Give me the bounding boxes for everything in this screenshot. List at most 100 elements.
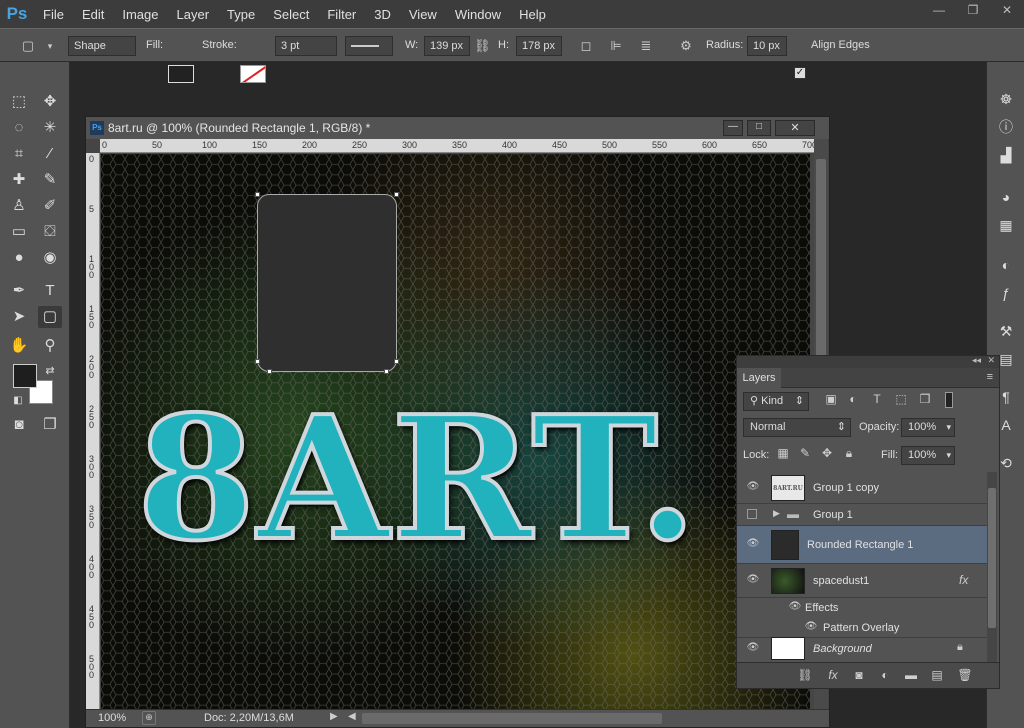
rounded-rectangle-shape[interactable]	[257, 194, 397, 372]
histogram-icon[interactable]: ▟	[995, 144, 1017, 166]
menu-filter[interactable]: Filter	[318, 7, 365, 22]
eyedropper-icon[interactable]: ⁄	[38, 143, 62, 165]
link-icon[interactable]: ⛓	[474, 38, 491, 54]
horizontal-scroll-thumb[interactable]	[362, 713, 662, 724]
collapse-panel-icon[interactable]: ◂◂	[972, 355, 981, 366]
screen-mode-icon[interactable]: ❐	[38, 414, 62, 436]
stroke-type-select[interactable]	[345, 36, 393, 56]
swatches-icon[interactable]: ▦	[995, 214, 1017, 236]
close-button[interactable]: ✕	[990, 0, 1024, 20]
shape-filter-icon[interactable]: ⬚	[893, 392, 909, 408]
lock-all-icon[interactable]: 🔒︎	[841, 446, 857, 462]
rounded-rectangle-tool-icon[interactable]: ▢	[38, 306, 62, 328]
radius-field[interactable]: 10 px	[747, 36, 787, 56]
menu-type[interactable]: Type	[218, 7, 264, 22]
adjustment-filter-icon[interactable]: ◐	[845, 392, 861, 408]
layer-row-group-1-copy[interactable]: 👁︎ 8ART.RU Group 1 copy	[737, 472, 987, 504]
close-panel-icon[interactable]: ✕	[987, 355, 995, 366]
visibility-off-box[interactable]	[747, 509, 757, 519]
styles-icon[interactable]: ƒ	[995, 282, 1017, 304]
default-colors-icon[interactable]: ◧	[6, 390, 30, 412]
eye-icon[interactable]: 👁︎	[787, 601, 803, 617]
menu-layer[interactable]: Layer	[168, 7, 219, 22]
marquee-tool-icon[interactable]: ⬚	[7, 91, 31, 113]
path-operations-icon[interactable]: ◻	[578, 38, 594, 54]
filter-toggle[interactable]	[945, 392, 953, 408]
brush-tool-icon[interactable]: ✎	[38, 169, 62, 191]
layer-row-background[interactable]: 👁︎ Background 🔒︎	[737, 636, 987, 662]
paint-bucket-icon[interactable]: ⛋	[38, 221, 62, 243]
lasso-tool-icon[interactable]: ◌	[7, 117, 31, 139]
anchor-point[interactable]	[255, 359, 260, 364]
swap-colors-icon[interactable]: ⇄	[38, 360, 62, 382]
layer-row-group-1[interactable]: ▶ ▬ Group 1	[737, 504, 987, 526]
add-mask-icon[interactable]: ◙	[851, 668, 867, 684]
new-layer-icon[interactable]: ▤	[929, 668, 945, 684]
stroke-swatch[interactable]	[240, 65, 266, 83]
layer-row-rounded-rectangle-1[interactable]: 👁︎ Rounded Rectangle 1	[737, 526, 987, 564]
eye-icon[interactable]: 👁︎	[745, 574, 761, 590]
type-tool-icon[interactable]: T	[38, 280, 62, 302]
navigator-icon[interactable]: ☸	[995, 88, 1017, 110]
doc-minimize-button[interactable]: —	[723, 120, 743, 136]
height-field[interactable]: 178 px	[516, 36, 562, 56]
new-adjustment-icon[interactable]: ◐	[877, 668, 893, 684]
zoom-tool-icon[interactable]: ⚲	[38, 335, 62, 357]
chevron-down-icon[interactable]: ▾	[42, 38, 58, 54]
anchor-point[interactable]	[384, 369, 389, 374]
status-menu-arrow-icon[interactable]: ▶	[330, 711, 338, 722]
menu-window[interactable]: Window	[446, 7, 510, 22]
doc-close-button[interactable]: ✕	[775, 120, 815, 136]
anchor-point[interactable]	[267, 369, 272, 374]
scroll-thumb[interactable]	[988, 488, 996, 628]
lock-transparency-icon[interactable]: ▦	[775, 446, 791, 462]
fill-swatch[interactable]	[168, 65, 194, 83]
blend-mode-select[interactable]: Normal ⇕	[743, 418, 851, 437]
move-tool-icon[interactable]: ✥	[38, 91, 62, 113]
clone-stamp-icon[interactable]: ♙	[7, 195, 31, 217]
expand-arrow-icon[interactable]: ▶	[773, 508, 780, 519]
eye-icon[interactable]: 👁︎	[803, 621, 819, 637]
anchor-point[interactable]	[255, 192, 260, 197]
healing-brush-icon[interactable]: ✚	[7, 169, 31, 191]
quick-mask-icon[interactable]: ◙	[7, 414, 31, 436]
layer-filter-select[interactable]: ⚲ Kind ⇕	[743, 392, 809, 411]
menu-edit[interactable]: Edit	[73, 7, 113, 22]
link-layers-icon[interactable]: ⛓	[797, 668, 813, 684]
path-arrangement-icon[interactable]: ≣	[638, 38, 654, 54]
new-group-icon[interactable]: ▬	[903, 668, 919, 684]
menu-select[interactable]: Select	[264, 7, 318, 22]
minimize-button[interactable]: —	[922, 0, 956, 20]
trash-icon[interactable]: 🗑︎	[957, 668, 973, 684]
doc-maximize-button[interactable]: □	[747, 120, 771, 136]
rounded-rect-tool-preset-icon[interactable]: ▢	[20, 38, 36, 54]
layers-scrollbar[interactable]	[987, 472, 997, 662]
export-icon[interactable]: ⊕	[142, 711, 156, 725]
anchor-point[interactable]	[394, 192, 399, 197]
eraser-icon[interactable]: ▭	[7, 221, 31, 243]
layer-row-spacedust1[interactable]: 👁︎ spacedust1 fx	[737, 564, 987, 598]
layer-effects-badge[interactable]: fx	[959, 573, 968, 587]
eye-icon[interactable]: 👁︎	[745, 642, 761, 658]
dodge-tool-icon[interactable]: ◉	[38, 247, 62, 269]
anchor-point[interactable]	[394, 359, 399, 364]
opacity-field[interactable]: 100% ▾	[901, 418, 955, 437]
path-selection-icon[interactable]: ➤	[7, 306, 31, 328]
magic-wand-icon[interactable]: ✳	[38, 117, 62, 139]
menu-help[interactable]: Help	[510, 7, 555, 22]
document-canvas[interactable]: 8ART.	[101, 154, 810, 710]
menu-image[interactable]: Image	[113, 7, 167, 22]
history-brush-icon[interactable]: ✐	[38, 195, 62, 217]
scroll-left-arrow-icon[interactable]: ◀	[348, 711, 356, 722]
smart-object-filter-icon[interactable]: ❒	[917, 392, 933, 408]
tab-layers[interactable]: Layers	[737, 368, 781, 388]
stroke-width-field[interactable]: 3 pt	[275, 36, 337, 56]
restore-button[interactable]: ❐	[956, 0, 990, 20]
info-icon[interactable]: ⓘ	[995, 116, 1017, 138]
layer-row-pattern-overlay[interactable]: 👁︎ Pattern Overlay	[737, 618, 987, 638]
fill-field[interactable]: 100% ▾	[901, 446, 955, 465]
menu-view[interactable]: View	[400, 7, 446, 22]
fx-icon[interactable]: fx	[825, 668, 841, 684]
foreground-color-swatch[interactable]	[13, 364, 37, 388]
document-title-bar[interactable]: Ps 8art.ru @ 100% (Rounded Rectangle 1, …	[86, 117, 829, 139]
